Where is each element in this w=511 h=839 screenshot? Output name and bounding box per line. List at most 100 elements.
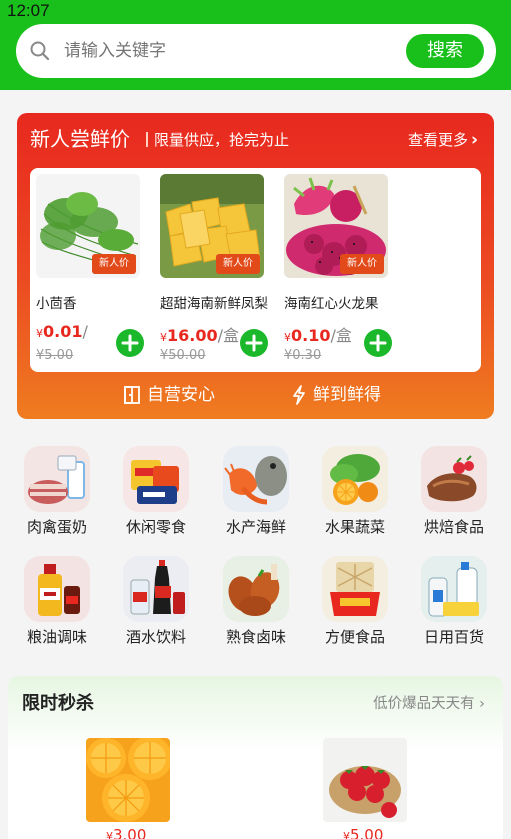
category-label: 熟食卤味 xyxy=(225,628,286,646)
category-icon-seafood xyxy=(223,446,289,512)
plus-icon xyxy=(369,334,387,352)
category-label: 日用百货 xyxy=(423,628,484,646)
flash-sale-section: 限时秒杀 低价爆品天天有 › ¥3.00 ¥5.00 xyxy=(8,676,503,839)
flash-sale-price: ¥5.00 xyxy=(343,826,383,839)
status-time: 12:07 xyxy=(7,1,50,20)
category-daily-goods[interactable]: 日用百货 xyxy=(409,550,499,650)
promo-more-link[interactable]: 查看更多 › xyxy=(408,128,478,152)
price-value: 0.10 xyxy=(291,326,331,345)
product-image-dragon-fruit[interactable]: 新人价 xyxy=(284,174,388,278)
category-instant-food[interactable]: 方便食品 xyxy=(310,550,400,650)
category-icon-meat xyxy=(24,446,90,512)
promo-product-item[interactable]: 新人价 海南红心火龙果 ¥0.10/盒 ¥0.30 xyxy=(284,174,392,364)
product-image-fennel[interactable]: 新人价 xyxy=(36,174,140,278)
promo-title: 新人尝鲜价 xyxy=(30,127,130,151)
price-value: 3.00 xyxy=(113,826,147,839)
product-price: ¥0.01/ xyxy=(36,322,88,341)
category-cooked-food[interactable]: 熟食卤味 xyxy=(211,550,301,650)
new-user-price-badge: 新人价 xyxy=(340,254,384,274)
original-price-value: 0.30 xyxy=(292,348,322,363)
product-image-pineapple[interactable]: 新人价 xyxy=(160,174,264,278)
promo-footer: 自营安心 鲜到鲜得 xyxy=(17,379,494,413)
category-icon-snacks xyxy=(123,446,189,512)
category-grid: 肉禽蛋奶 休闲零食 水产海鲜 水果蔬菜 烘焙食品 粮油调味 酒水饮料 熟食卤味 … xyxy=(0,440,511,654)
category-bakery[interactable]: 烘焙食品 xyxy=(409,440,499,540)
product-price: ¥16.00/盒 xyxy=(160,322,239,346)
category-icon-daily xyxy=(421,556,487,622)
promo-product-item[interactable]: 新人价 超甜海南新鲜凤梨 ¥16.00/盒 ¥50.00 xyxy=(160,174,268,364)
promo-product-card: 新人价 小茴香 ¥0.01/ ¥5.00 新人价 超甜海南新鲜凤梨 ¥16.00… xyxy=(30,168,481,372)
search-button[interactable]: 搜索 xyxy=(406,34,484,68)
category-label: 方便食品 xyxy=(324,628,385,646)
status-bar: 12:07 xyxy=(0,0,511,22)
flash-sale-more-link[interactable]: 低价爆品天天有 › xyxy=(373,692,485,713)
price-currency: ¥ xyxy=(343,830,350,839)
product-price: ¥0.10/盒 xyxy=(284,322,352,346)
promo-subtitle: 限量供应，抢完为止 xyxy=(154,131,290,149)
price-unit: / xyxy=(82,322,88,341)
price-currency: ¥ xyxy=(36,327,43,340)
price-currency: ¥ xyxy=(106,830,113,839)
flash-sale-price: ¥3.00 xyxy=(106,826,146,839)
product-image-strawberry[interactable] xyxy=(323,738,407,822)
category-grain-oil-seasoning[interactable]: 粮油调味 xyxy=(12,550,102,650)
add-to-cart-button[interactable] xyxy=(240,329,268,357)
search-icon xyxy=(30,41,50,61)
category-meat-eggs-dairy[interactable]: 肉禽蛋奶 xyxy=(12,440,102,540)
lightning-icon xyxy=(293,385,305,405)
door-icon xyxy=(124,386,140,404)
fresh-delivery-assurance: 鲜到鲜得 xyxy=(291,381,381,409)
price-value: 5.00 xyxy=(350,826,384,839)
original-price-value: 5.00 xyxy=(44,348,74,363)
flash-sale-title: 限时秒杀 xyxy=(22,693,94,714)
category-icon-fruits xyxy=(322,446,388,512)
category-label: 休闲零食 xyxy=(125,518,186,536)
category-drinks[interactable]: 酒水饮料 xyxy=(111,550,201,650)
chevron-right-icon: › xyxy=(470,130,478,150)
promo-divider xyxy=(146,132,148,147)
product-name[interactable]: 海南红心火龙果 xyxy=(284,292,388,312)
category-label: 水果蔬菜 xyxy=(324,518,385,536)
category-label: 肉禽蛋奶 xyxy=(26,518,87,536)
category-fruits-vegetables[interactable]: 水果蔬菜 xyxy=(310,440,400,540)
chevron-right-icon: › xyxy=(474,696,485,712)
promo-more-label: 查看更多 xyxy=(407,131,468,149)
search-input[interactable] xyxy=(64,24,404,78)
original-price: ¥5.00 xyxy=(36,348,73,363)
promo-product-item[interactable]: 新人价 小茴香 ¥0.01/ ¥5.00 xyxy=(36,174,144,364)
category-icon-drinks xyxy=(123,556,189,622)
new-user-promo-section: 新人尝鲜价 限量供应，抢完为止 查看更多 › 新人价 小茴香 ¥0.01/ ¥5… xyxy=(17,113,494,419)
flash-sale-more-label: 低价爆品天天有 xyxy=(373,696,475,712)
category-icon-bakery xyxy=(421,446,487,512)
category-snacks[interactable]: 休闲零食 xyxy=(111,440,201,540)
category-icon-instant xyxy=(322,556,388,622)
product-name[interactable]: 小茴香 xyxy=(36,292,148,312)
flash-sale-item[interactable]: ¥3.00 xyxy=(86,738,170,839)
category-label: 水产海鲜 xyxy=(225,518,286,536)
plus-icon xyxy=(121,334,139,352)
original-price: ¥0.30 xyxy=(284,348,321,363)
header: 搜索 xyxy=(0,22,511,90)
product-name[interactable]: 超甜海南新鲜凤梨 xyxy=(160,292,272,312)
search-box[interactable]: 搜索 xyxy=(16,24,496,78)
category-label: 酒水饮料 xyxy=(125,628,186,646)
promo-footer-right-label: 鲜到鲜得 xyxy=(313,385,381,405)
original-price-value: 50.00 xyxy=(168,348,206,363)
category-icon-cooked xyxy=(223,556,289,622)
price-currency: ¥ xyxy=(160,331,167,344)
add-to-cart-button[interactable] xyxy=(116,329,144,357)
product-image-orange[interactable] xyxy=(86,738,170,822)
new-user-price-badge: 新人价 xyxy=(92,254,136,274)
category-seafood[interactable]: 水产海鲜 xyxy=(211,440,301,540)
category-icon-oil xyxy=(24,556,90,622)
price-value: 16.00 xyxy=(167,326,218,345)
original-price: ¥50.00 xyxy=(160,348,206,363)
promo-footer-left-label: 自营安心 xyxy=(147,385,215,405)
flash-sale-item[interactable]: ¥5.00 xyxy=(323,738,407,839)
plus-icon xyxy=(245,334,263,352)
add-to-cart-button[interactable] xyxy=(364,329,392,357)
price-currency: ¥ xyxy=(284,331,291,344)
category-label: 粮油调味 xyxy=(26,628,87,646)
category-label: 烘焙食品 xyxy=(423,518,484,536)
price-unit: /盒 xyxy=(217,326,240,345)
